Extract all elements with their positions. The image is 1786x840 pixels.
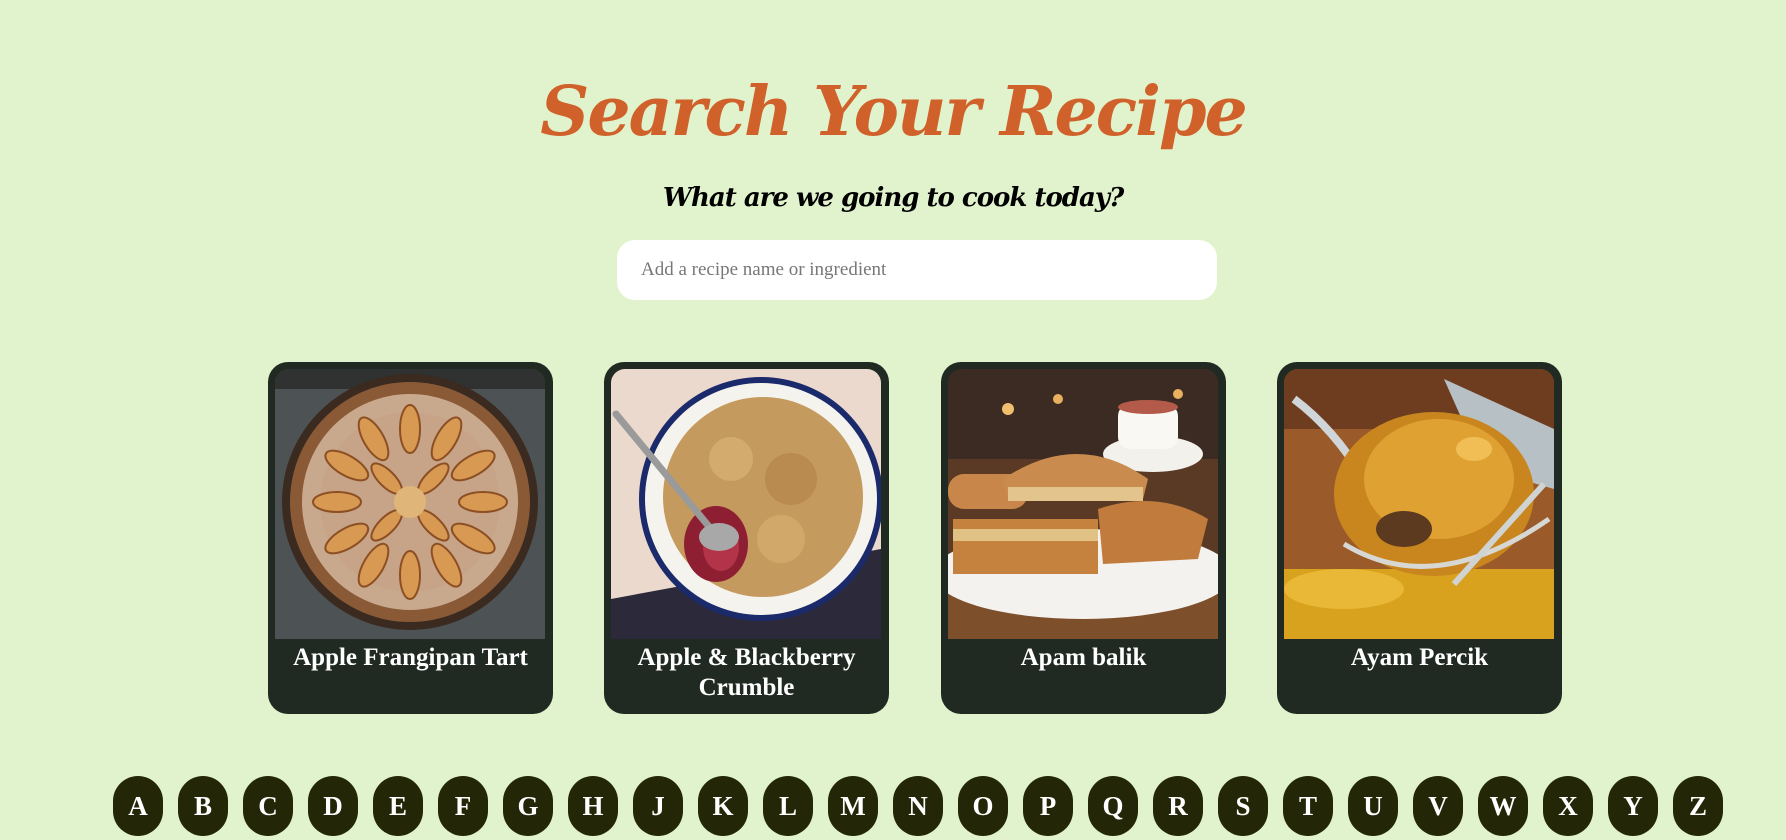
letter-button-o[interactable]: O (958, 776, 1008, 836)
apple-blackberry-crumble-photo (611, 369, 881, 639)
letter-button-s[interactable]: S (1218, 776, 1268, 836)
ayam-percik-photo (1284, 369, 1554, 639)
recipe-title: Apam balik (1020, 644, 1147, 671)
page-title: Search Your Recipe (540, 72, 1248, 152)
letter-button-b[interactable]: B (178, 776, 228, 836)
letter-button-l[interactable]: L (763, 776, 813, 836)
search-bar (617, 240, 1217, 300)
apam-balik-photo (948, 369, 1218, 639)
letter-button-j[interactable]: J (633, 776, 683, 836)
letter-button-v[interactable]: V (1413, 776, 1463, 836)
letter-button-p[interactable]: P (1023, 776, 1073, 836)
recipe-card[interactable]: Apple Frangipan Tart (268, 362, 553, 714)
recipe-title: Ayam Percik (1350, 644, 1489, 671)
recipe-grid: Apple Frangipan Tart Apple & Blackberry … (268, 362, 1568, 714)
recipe-title: Apple Frangipan Tart (293, 644, 528, 671)
letter-button-u[interactable]: U (1348, 776, 1398, 836)
letter-button-n[interactable]: N (893, 776, 943, 836)
letter-button-t[interactable]: T (1283, 776, 1333, 836)
recipe-card[interactable]: Apple & Blackberry Crumble (604, 362, 889, 714)
letter-button-a[interactable]: A (113, 776, 163, 836)
apple-frangipan-tart-photo (275, 369, 545, 639)
letter-button-f[interactable]: F (438, 776, 488, 836)
letter-button-w[interactable]: W (1478, 776, 1528, 836)
recipe-card[interactable]: Ayam Percik (1277, 362, 1562, 714)
letter-button-z[interactable]: Z (1673, 776, 1723, 836)
page-subtitle: What are we going to cook today? (662, 183, 1124, 213)
letter-button-r[interactable]: R (1153, 776, 1203, 836)
letter-button-m[interactable]: M (828, 776, 878, 836)
search-input[interactable] (617, 240, 1217, 300)
recipe-card[interactable]: Apam balik (941, 362, 1226, 714)
letter-button-q[interactable]: Q (1088, 776, 1138, 836)
alphabet-filter: ABCDEFGHJKLMNOPQRSTUVWXYZ (113, 776, 1733, 836)
letter-button-c[interactable]: C (243, 776, 293, 836)
letter-button-g[interactable]: G (503, 776, 553, 836)
letter-button-d[interactable]: D (308, 776, 358, 836)
letter-button-e[interactable]: E (373, 776, 423, 836)
letter-button-h[interactable]: H (568, 776, 618, 836)
letter-button-x[interactable]: X (1543, 776, 1593, 836)
letter-button-k[interactable]: K (698, 776, 748, 836)
recipe-title: Apple & Blackberry Crumble (637, 644, 856, 701)
letter-button-y[interactable]: Y (1608, 776, 1658, 836)
